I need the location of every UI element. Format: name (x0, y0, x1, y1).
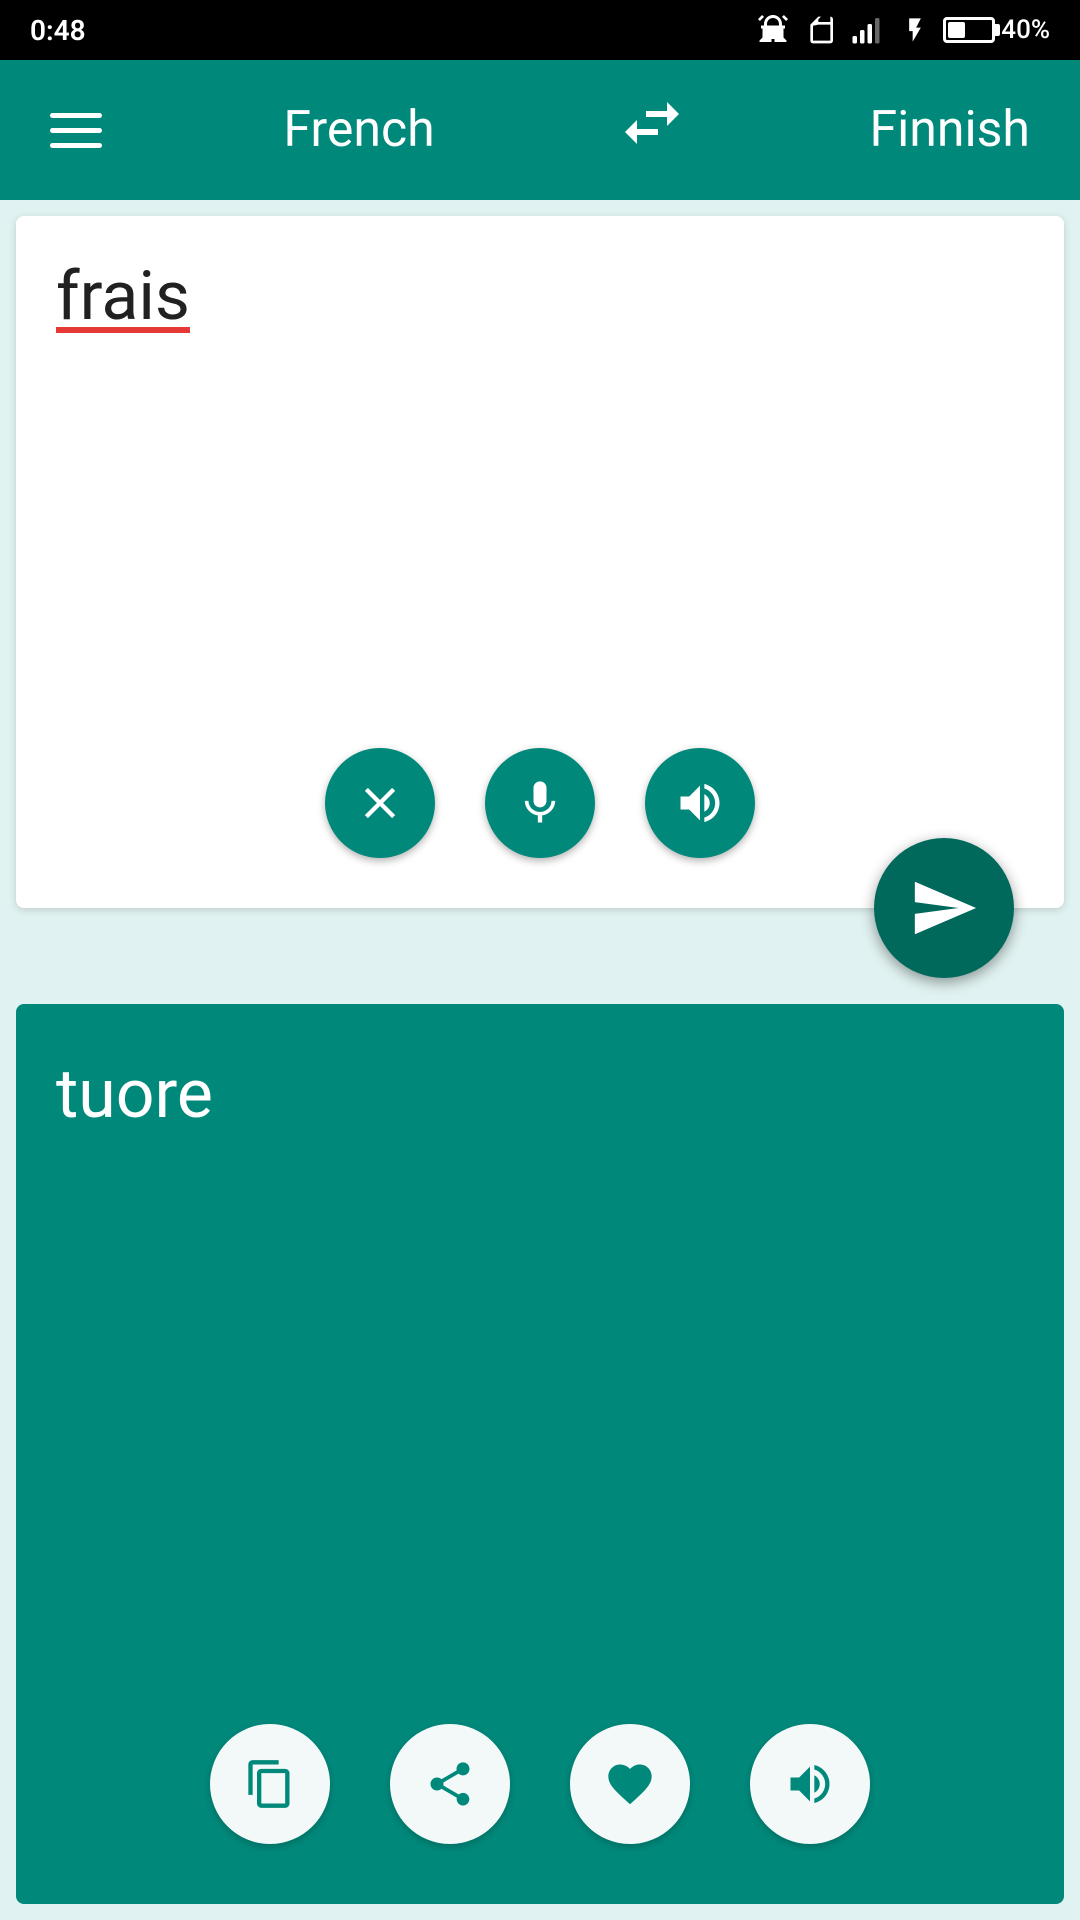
nav-bar: French Finnish (0, 60, 1080, 200)
battery-percent: 40% (1001, 15, 1050, 45)
speak-output-button[interactable] (750, 1724, 870, 1844)
output-panel: tuore (16, 1004, 1064, 1904)
swap-languages-button[interactable] (616, 87, 688, 173)
alarm-icon (755, 12, 791, 48)
charging-icon (901, 12, 929, 48)
target-language[interactable]: Finnish (869, 101, 1030, 159)
input-controls (56, 748, 1024, 878)
output-controls (56, 1724, 1024, 1864)
status-time: 0:48 (30, 14, 86, 47)
menu-button[interactable] (50, 113, 102, 148)
favorite-button[interactable] (570, 1724, 690, 1844)
mic-button[interactable] (485, 748, 595, 858)
clear-button[interactable] (325, 748, 435, 858)
share-button[interactable] (390, 1724, 510, 1844)
input-text[interactable]: frais (56, 256, 1024, 338)
sim-icon (805, 12, 837, 48)
translate-button[interactable] (874, 838, 1014, 978)
source-language[interactable]: French (283, 101, 434, 159)
status-icons: 40% (755, 12, 1050, 48)
main-content: frais (0, 200, 1080, 1920)
input-panel: frais (16, 216, 1064, 908)
output-text: tuore (56, 1054, 1024, 1136)
signal-icon (851, 12, 887, 48)
battery-indicator: 40% (943, 15, 1050, 45)
copy-button[interactable] (210, 1724, 330, 1844)
speak-source-button[interactable] (645, 748, 755, 858)
status-bar: 0:48 40% (0, 0, 1080, 60)
